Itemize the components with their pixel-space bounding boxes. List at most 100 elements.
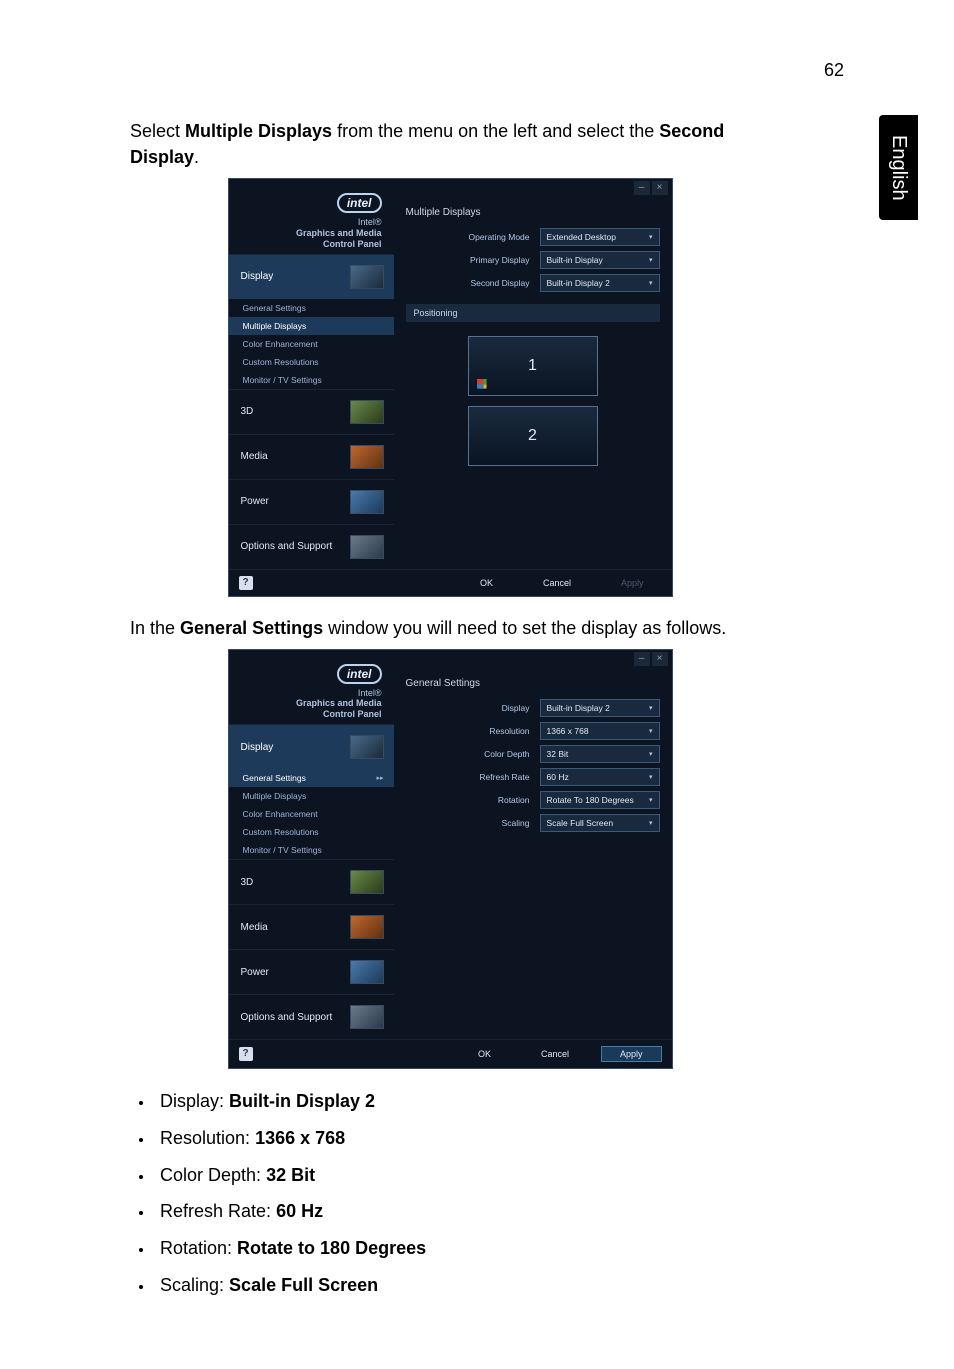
display-thumb-icon <box>350 735 384 759</box>
bottom-bar: ? OK Cancel Apply <box>229 1039 672 1068</box>
nav-3d[interactable]: 3D <box>229 389 394 434</box>
display-label: Display <box>406 703 540 713</box>
help-button[interactable]: ? <box>239 576 253 590</box>
p1-bold-a: Multiple Displays <box>185 121 332 141</box>
nav-3d-label: 3D <box>241 877 254 888</box>
operating-mode-select[interactable]: Extended Desktop▾ <box>540 228 660 246</box>
nav-display-label: Display <box>241 742 274 753</box>
refresh-rate-value: 60 Hz <box>547 772 569 782</box>
language-tab[interactable]: English <box>879 115 918 220</box>
sub-nav-multiple-displays[interactable]: Multiple Displays <box>229 787 394 805</box>
bullet-label: Display: <box>160 1091 229 1111</box>
second-display-select[interactable]: Built-in Display 2 ▾ <box>540 274 660 292</box>
second-display-value: Built-in Display 2 <box>547 278 610 288</box>
scaling-select[interactable]: Scale Full Screen▾ <box>540 814 660 832</box>
apply-button[interactable]: Apply <box>601 1046 662 1062</box>
bullet-label: Refresh Rate: <box>160 1201 276 1221</box>
monitor-1[interactable]: 1 <box>468 336 598 396</box>
chevron-down-icon: ▾ <box>649 773 653 781</box>
bullet-label: Resolution: <box>160 1128 255 1148</box>
main-area: Multiple Displays Operating Mode Extende… <box>394 179 672 568</box>
operating-mode-value: Extended Desktop <box>547 232 616 242</box>
ok-button[interactable]: OK <box>462 576 511 590</box>
ok-button[interactable]: OK <box>460 1047 509 1061</box>
intel-logo-block: intel Intel® Graphics and Media Control … <box>229 187 394 253</box>
row-primary-display: Primary Display Built-in Display▾ <box>406 251 660 269</box>
chevron-down-icon: ▾ <box>649 750 653 758</box>
sub-nav-color-enhancement[interactable]: Color Enhancement <box>229 805 394 823</box>
rotation-label: Rotation <box>406 795 540 805</box>
logo-line-1: Intel® <box>241 217 382 228</box>
settings-bullet-list: Display: Built-in Display 2 Resolution: … <box>154 1087 770 1300</box>
sub-nav-custom-resolutions[interactable]: Custom Resolutions <box>229 823 394 841</box>
sub-nav-general-settings[interactable]: General Settings <box>229 299 394 317</box>
nav-power[interactable]: Power <box>229 949 394 994</box>
nav-3d[interactable]: 3D <box>229 859 394 904</box>
refresh-rate-select[interactable]: 60 Hz ▾ <box>540 768 660 786</box>
nav-options-support[interactable]: Options and Support <box>229 994 394 1039</box>
nav-3d-label: 3D <box>241 406 254 417</box>
row-color-depth: Color Depth 32 Bit▾ <box>406 745 660 763</box>
list-item: Scaling: Scale Full Screen <box>154 1271 770 1300</box>
sub-nav-general-settings[interactable]: General Settings <box>229 769 394 787</box>
bullet-value: Rotate to 180 Degrees <box>237 1238 426 1258</box>
chevron-down-icon: ▾ <box>649 256 653 264</box>
primary-display-select[interactable]: Built-in Display▾ <box>540 251 660 269</box>
chevron-down-icon: ▾ <box>649 727 653 735</box>
apply-button-disabled: Apply <box>603 576 662 590</box>
chevron-down-icon: ▾ <box>649 279 653 287</box>
sidebar: intel Intel® Graphics and Media Control … <box>229 650 394 1039</box>
logo-line-2: Graphics and Media <box>241 698 382 709</box>
intel-logo: intel <box>337 664 382 684</box>
power-thumb-icon <box>350 960 384 984</box>
resolution-select[interactable]: 1366 x 768 ▾ <box>540 722 660 740</box>
row-refresh-rate: Refresh Rate 60 Hz▾ <box>406 768 660 786</box>
nav-options-support[interactable]: Options and Support <box>229 524 394 569</box>
color-depth-select[interactable]: 32 Bit▾ <box>540 745 660 763</box>
p2-text-a: In the <box>130 618 180 638</box>
monitor-1-number: 1 <box>528 357 537 375</box>
display-thumb-icon <box>350 265 384 289</box>
logo-line-3: Control Panel <box>241 709 382 720</box>
sub-nav-monitor-tv[interactable]: Monitor / TV Settings <box>229 841 394 859</box>
sub-nav-monitor-tv[interactable]: Monitor / TV Settings <box>229 371 394 389</box>
bullet-label: Scaling: <box>160 1275 229 1295</box>
positioning-section: Positioning 1 2 <box>406 304 660 466</box>
nav-options-label: Options and Support <box>241 541 333 552</box>
bullet-label: Color Depth: <box>160 1165 266 1185</box>
nav-media[interactable]: Media <box>229 904 394 949</box>
p1-text-c: . <box>194 147 199 167</box>
panel1-title: Multiple Displays <box>406 207 660 218</box>
nav-media[interactable]: Media <box>229 434 394 479</box>
list-item: Color Depth: 32 Bit <box>154 1161 770 1190</box>
sidebar: intel Intel® Graphics and Media Control … <box>229 179 394 568</box>
resolution-value: 1366 x 768 <box>547 726 589 736</box>
bottom-bar: ? OK Cancel Apply <box>229 569 672 596</box>
help-button[interactable]: ? <box>239 1047 253 1061</box>
monitor-2[interactable]: 2 <box>468 406 598 466</box>
scaling-value: Scale Full Screen <box>547 818 614 828</box>
nav-power-label: Power <box>241 496 269 507</box>
media-thumb-icon <box>350 445 384 469</box>
p2-bold-a: General Settings <box>180 618 323 638</box>
sub-nav-color-enhancement[interactable]: Color Enhancement <box>229 335 394 353</box>
operating-mode-label: Operating Mode <box>406 232 540 242</box>
p1-text-a: Select <box>130 121 185 141</box>
cancel-button[interactable]: Cancel <box>525 576 589 590</box>
nav-display[interactable]: Display <box>229 254 394 299</box>
3d-thumb-icon <box>350 400 384 424</box>
cancel-button[interactable]: Cancel <box>523 1047 587 1061</box>
nav-display[interactable]: Display <box>229 724 394 769</box>
display-select[interactable]: Built-in Display 2▾ <box>540 699 660 717</box>
intel-logo: intel <box>337 193 382 213</box>
scaling-label: Scaling <box>406 818 540 828</box>
nav-power[interactable]: Power <box>229 479 394 524</box>
rotation-select[interactable]: Rotate To 180 Degrees▾ <box>540 791 660 809</box>
primary-display-label: Primary Display <box>406 255 540 265</box>
options-thumb-icon <box>350 1005 384 1029</box>
page-content: Select Multiple Displays from the menu o… <box>130 118 770 1308</box>
list-item: Rotation: Rotate to 180 Degrees <box>154 1234 770 1263</box>
sub-nav-multiple-displays[interactable]: Multiple Displays <box>229 317 394 335</box>
sub-nav-custom-resolutions[interactable]: Custom Resolutions <box>229 353 394 371</box>
list-item: Display: Built-in Display 2 <box>154 1087 770 1116</box>
